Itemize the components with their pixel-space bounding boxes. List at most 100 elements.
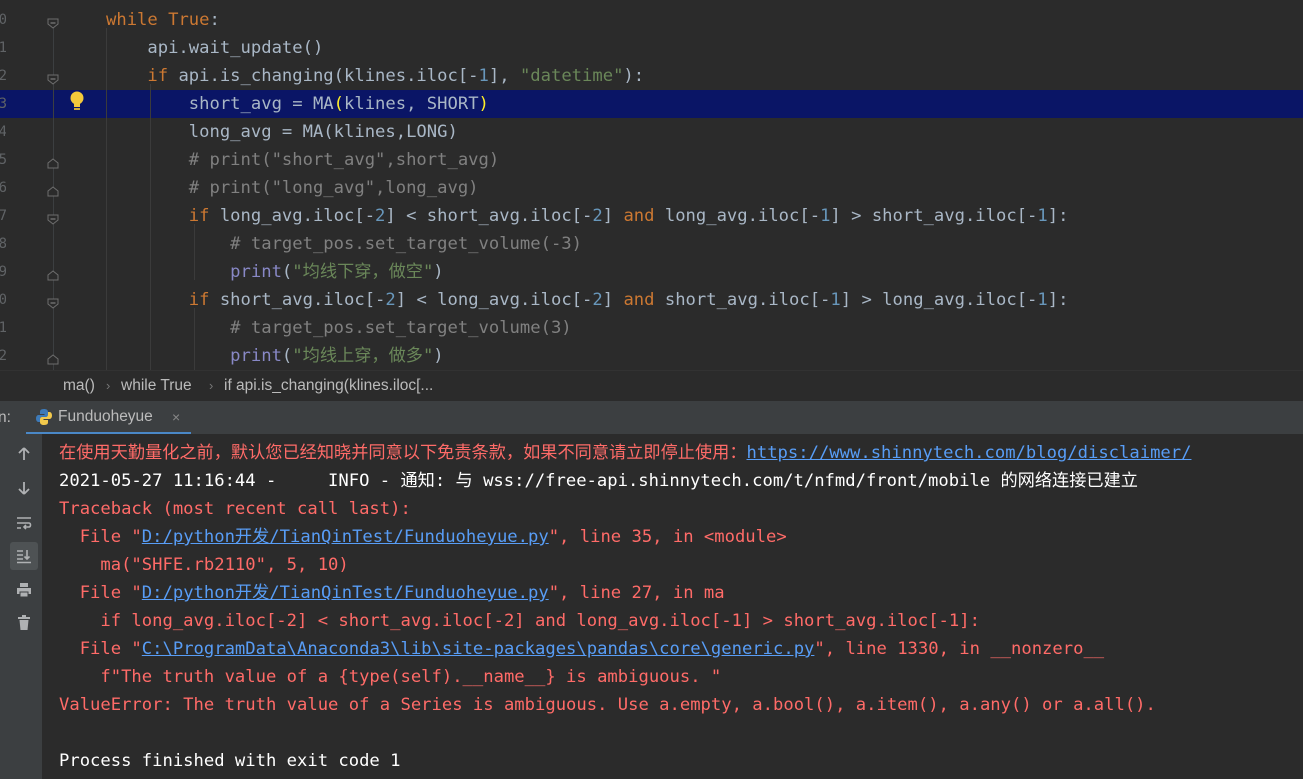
fold-open-icon[interactable] — [47, 70, 59, 85]
code-line[interactable]: api.wait_update() — [0, 34, 1303, 62]
console-text: 2021-05-27 11:16:44 - INFO - 通知: 与 wss:/… — [59, 471, 1138, 491]
fold-open-icon[interactable] — [47, 14, 59, 29]
code-line[interactable]: # print("short_avg",short_avg) — [0, 146, 1303, 174]
line-number: 9 — [0, 264, 6, 280]
up-arrow-icon[interactable] — [10, 440, 38, 468]
line-number: 8 — [0, 236, 6, 252]
fold-close-icon[interactable] — [47, 182, 59, 197]
line-number: 0 — [0, 292, 6, 308]
fold-close-icon[interactable] — [47, 350, 59, 365]
indent-guide — [106, 28, 107, 370]
down-arrow-icon[interactable] — [10, 474, 38, 502]
code-token: if — [106, 206, 220, 226]
fold-close-icon[interactable] — [47, 266, 59, 281]
code-token: ], — [488, 66, 520, 86]
console-line: ValueError: The truth value of a Series … — [59, 691, 1156, 719]
code-token: 1 — [1037, 290, 1048, 310]
console-link[interactable]: D:/python开发/TianQinTest/Funduoheyue.py — [142, 583, 549, 603]
code-line[interactable]: while True: — [0, 6, 1303, 34]
code-token: api.is_changing(klines.iloc[- — [178, 66, 479, 86]
code-line[interactable]: if long_avg.iloc[-2] < short_avg.iloc[-2… — [0, 202, 1303, 230]
line-number: 5 — [0, 152, 6, 168]
code-line-current[interactable]: short_avg = MA(klines, SHORT) — [0, 90, 1303, 118]
code-token: True — [168, 10, 210, 30]
console-text: File " — [59, 583, 142, 603]
code-token: "均线下穿，做空" — [292, 262, 434, 282]
run-tab-funduoheyue[interactable]: Funduoheyue × — [26, 401, 191, 435]
code-line[interactable]: # print("long_avg",long_avg) — [0, 174, 1303, 202]
line-number-gutter: 0 1 2 3 4 5 6 7 8 9 0 1 2 — [0, 0, 6, 370]
code-line[interactable]: # target_pos.set_target_volume(-3) — [0, 230, 1303, 258]
fold-open-icon[interactable] — [47, 294, 59, 309]
fold-open-icon[interactable] — [47, 210, 59, 225]
code-line[interactable]: print("均线上穿，做多") — [0, 342, 1303, 370]
breadcrumb-item-function[interactable]: ma() — [63, 371, 95, 401]
code-token: short_avg.iloc[- — [664, 290, 831, 310]
console-text: File " — [59, 527, 142, 547]
indent-guide — [194, 308, 195, 370]
line-number: 2 — [0, 68, 6, 84]
code-token: api.wait_update() — [106, 38, 324, 58]
console-text: ", line 1330, in __nonzero__ — [814, 639, 1105, 659]
code-line-text: if api.is_changing(klines.iloc[-1], "dat… — [106, 62, 644, 90]
code-line[interactable]: if api.is_changing(klines.iloc[-1], "dat… — [0, 62, 1303, 90]
code-line-text: print("均线上穿，做多") — [106, 342, 443, 370]
console-text: if long_avg.iloc[-2] < short_avg.iloc[-2… — [59, 611, 980, 631]
code-token: and — [623, 290, 665, 310]
code-token: while — [106, 10, 169, 30]
line-number: 7 — [0, 208, 6, 224]
code-token: if — [106, 66, 179, 86]
code-token: and — [623, 206, 665, 226]
console-text: File " — [59, 639, 142, 659]
code-line-text: # target_pos.set_target_volume(-3) — [106, 230, 582, 258]
line-number: 4 — [0, 124, 6, 140]
console-link[interactable]: https://www.shinnytech.com/blog/disclaim… — [747, 443, 1192, 463]
code-token: ) — [433, 262, 444, 282]
code-token: ( — [333, 94, 345, 114]
code-token: # target_pos.set_target_volume(-3) — [106, 234, 582, 254]
code-line-text: short_avg = MA(klines, SHORT) — [106, 90, 489, 118]
code-line-text: # target_pos.set_target_volume(3) — [106, 314, 572, 342]
breadcrumb-item-while[interactable]: while True — [121, 371, 192, 401]
python-icon — [35, 408, 53, 426]
code-line[interactable]: # target_pos.set_target_volume(3) — [0, 314, 1303, 342]
code-line[interactable]: if short_avg.iloc[-2] < long_avg.iloc[-2… — [0, 286, 1303, 314]
code-token: 2 — [375, 206, 386, 226]
code-line-text: if short_avg.iloc[-2] < long_avg.iloc[-2… — [106, 286, 1069, 314]
code-token: ] > long_avg.iloc[- — [840, 290, 1038, 310]
code-token: ( — [281, 346, 293, 366]
scroll-to-end-icon[interactable] — [10, 542, 38, 570]
code-token: # print("short_avg",short_avg) — [106, 150, 500, 170]
console-link[interactable]: C:\ProgramData\Anaconda3\lib\site-packag… — [142, 639, 815, 659]
code-line-text: api.wait_update() — [106, 34, 323, 62]
trash-icon[interactable] — [10, 609, 38, 637]
console-text: ", line 35, in <module> — [548, 527, 787, 547]
intention-bulb-icon[interactable] — [68, 90, 86, 112]
code-line[interactable]: print("均线下穿，做空") — [0, 258, 1303, 286]
code-token: ] — [602, 290, 624, 310]
code-token: long_avg.iloc[- — [219, 206, 376, 226]
line-number: 6 — [0, 180, 6, 196]
soft-wrap-icon[interactable] — [10, 509, 38, 537]
code-token: 1 — [478, 66, 489, 86]
run-console-output[interactable]: 在使用天勤量化之前，默认您已经知晓并同意以下免责条款，如果不同意请立即停止使用：… — [42, 434, 1303, 779]
code-token: 1 — [1037, 206, 1048, 226]
code-line-text: if long_avg.iloc[-2] < short_avg.iloc[-2… — [106, 202, 1069, 230]
line-number: 2 — [0, 348, 6, 364]
line-number: 0 — [0, 12, 6, 28]
console-line: if long_avg.iloc[-2] < short_avg.iloc[-2… — [59, 607, 980, 635]
code-token: short_avg.iloc[- — [219, 290, 386, 310]
breadcrumb-item-if[interactable]: if api.is_changing(klines.iloc[... — [224, 371, 433, 401]
code-token: # target_pos.set_target_volume(3) — [106, 318, 572, 338]
code-token: long_avg = MA(klines,LONG) — [106, 122, 458, 142]
breadcrumb-separator: › — [106, 378, 111, 393]
console-line: ma("SHFE.rb2110", 5, 10) — [59, 551, 348, 579]
code-editor[interactable]: while True: api.wait_update() if api.is_… — [0, 0, 1303, 370]
code-token: long_avg.iloc[- — [664, 206, 821, 226]
code-token: ): — [623, 66, 645, 86]
fold-close-icon[interactable] — [47, 154, 59, 169]
console-link[interactable]: D:/python开发/TianQinTest/Funduoheyue.py — [142, 527, 549, 547]
print-icon[interactable] — [10, 576, 38, 604]
close-icon[interactable]: × — [172, 401, 180, 433]
code-line[interactable]: long_avg = MA(klines,LONG) — [0, 118, 1303, 146]
